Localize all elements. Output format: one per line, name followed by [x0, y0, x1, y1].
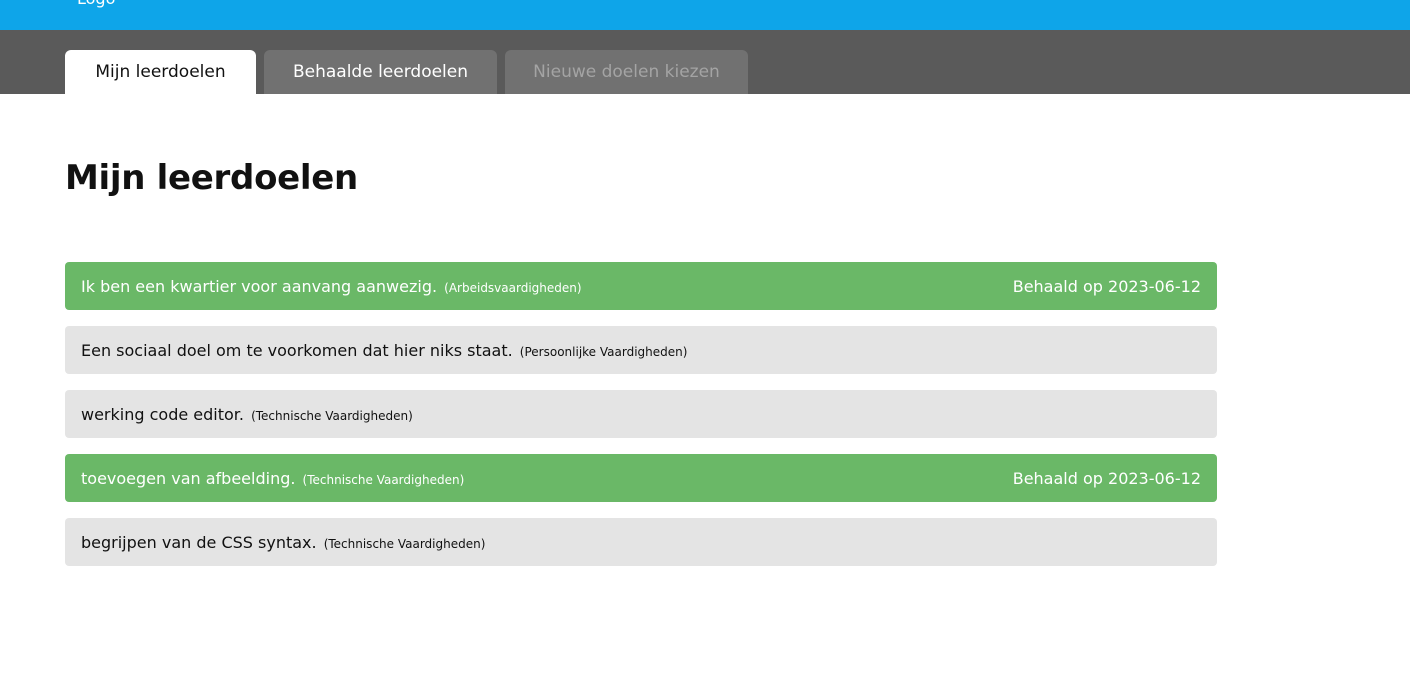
tab-label: Behaalde leerdoelen [292, 62, 469, 82]
goal-item[interactable]: werking code editor. (Technische Vaardig… [65, 390, 1217, 438]
tab-behaalde-leerdoelen[interactable]: Behaalde leerdoelen [264, 50, 497, 94]
goal-category: (Technische Vaardigheden) [302, 472, 465, 487]
goal-category: (Persoonlijke Vaardigheden) [519, 344, 688, 359]
goal-item[interactable]: begrijpen van de CSS syntax. (Technische… [65, 518, 1217, 566]
goal-item[interactable]: Ik ben een kwartier voor aanvang aanwezi… [65, 262, 1217, 310]
tab-label: Nieuwe doelen kiezen [533, 62, 720, 82]
goal-text: Een sociaal doel om te voorkomen dat hie… [81, 341, 687, 360]
tab-label: Mijn leerdoelen [95, 62, 226, 82]
tab-bar: Mijn leerdoelen Behaalde leerdoelen Nieu… [0, 30, 1410, 94]
goal-text: Ik ben een kwartier voor aanvang aanwezi… [81, 277, 582, 296]
goal-title: werking code editor. [81, 404, 244, 424]
tab-nieuwe-doelen-kiezen: Nieuwe doelen kiezen [505, 50, 748, 94]
goal-text: toevoegen van afbeelding. (Technische Va… [81, 469, 464, 488]
goal-title: Een sociaal doel om te voorkomen dat hie… [81, 340, 513, 360]
page-title: Mijn leerdoelen [65, 158, 358, 198]
goal-category: (Technische Vaardigheden) [251, 408, 413, 423]
goal-category: (Technische Vaardigheden) [323, 536, 486, 551]
goal-list: Ik ben een kwartier voor aanvang aanwezi… [65, 262, 1217, 582]
goal-achieved-date: Behaald op 2023-06-12 [1012, 468, 1201, 488]
tab-mijn-leerdoelen[interactable]: Mijn leerdoelen [65, 50, 256, 94]
goal-title: begrijpen van de CSS syntax. [81, 532, 317, 552]
logo[interactable]: Logo [77, 0, 115, 9]
goal-text: begrijpen van de CSS syntax. (Technische… [81, 533, 485, 552]
goal-title: Ik ben een kwartier voor aanvang aanwezi… [81, 276, 438, 296]
goal-text: werking code editor. (Technische Vaardig… [81, 405, 413, 424]
goal-item[interactable]: toevoegen van afbeelding. (Technische Va… [65, 454, 1217, 502]
top-bar: Logo [0, 0, 1410, 30]
goal-title: toevoegen van afbeelding. [81, 468, 296, 488]
goal-item[interactable]: Een sociaal doel om te voorkomen dat hie… [65, 326, 1217, 374]
goal-achieved-date: Behaald op 2023-06-12 [1012, 276, 1201, 296]
goal-category: (Arbeidsvaardigheden) [444, 280, 582, 295]
